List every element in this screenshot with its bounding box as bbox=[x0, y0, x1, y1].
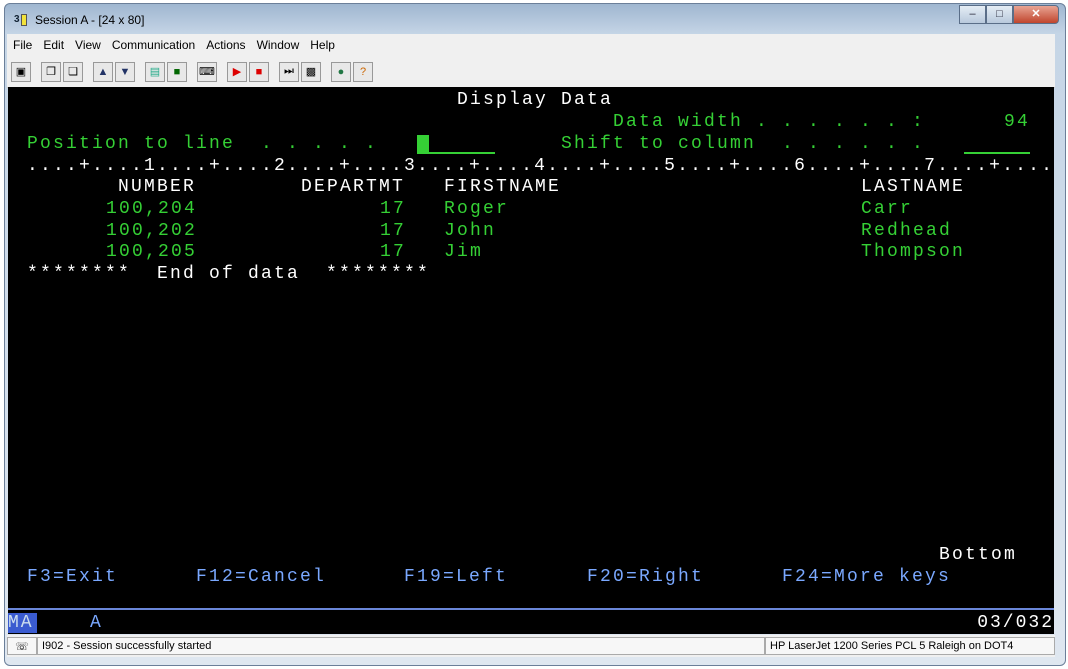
window-title: Session A - [24 x 80] bbox=[35, 13, 145, 27]
screen-icon[interactable]: ▣ bbox=[11, 61, 31, 82]
cell-lastname: Thompson bbox=[861, 242, 966, 262]
text-cursor bbox=[417, 135, 429, 152]
cell-firstname: Jim bbox=[444, 242, 484, 262]
receive-file-icon[interactable]: ▼ bbox=[115, 61, 135, 82]
menu-communication[interactable]: Communication bbox=[112, 38, 195, 52]
color-icon[interactable]: ■ bbox=[167, 61, 187, 82]
printer-info: HP LaserJet 1200 Series PCL 5 Raleigh on… bbox=[765, 637, 1055, 655]
end-of-data: ******** End of data ******** bbox=[27, 264, 431, 284]
data-width-label: Data width . . . . . . : bbox=[613, 112, 926, 132]
cell-department: 17 bbox=[380, 242, 407, 262]
app-icon[interactable]: 3 bbox=[14, 14, 30, 28]
menu-bar: File Edit View Communication Actions Win… bbox=[7, 34, 1055, 56]
close-button[interactable]: ✕ bbox=[1013, 5, 1059, 24]
f24-more-keys[interactable]: F24=More keys bbox=[782, 567, 951, 587]
header-number: NUMBER bbox=[118, 177, 197, 197]
minimize-button[interactable]: – bbox=[959, 5, 986, 24]
f3-exit-key[interactable]: F3=Exit bbox=[27, 567, 118, 587]
header-department: DEPARTMT bbox=[301, 177, 406, 197]
cell-firstname: Roger bbox=[444, 199, 510, 219]
screen-title: Display Data bbox=[457, 90, 614, 110]
status-message: I902 - Session successfully started bbox=[37, 637, 765, 655]
f12-cancel-key[interactable]: F12=Cancel bbox=[196, 567, 326, 587]
web-icon[interactable]: ● bbox=[331, 61, 351, 82]
cell-lastname: Carr bbox=[861, 199, 914, 219]
header-lastname: LASTNAME bbox=[861, 177, 966, 197]
menu-actions[interactable]: Actions bbox=[206, 38, 245, 52]
display-icon[interactable]: ▤ bbox=[145, 61, 165, 82]
operator-info-area: MA A 03/032 bbox=[8, 608, 1054, 634]
shift-to-column-label: Shift to column . . . . . . bbox=[561, 134, 926, 154]
menu-file[interactable]: File bbox=[13, 38, 32, 52]
send-file-icon[interactable]: ▲ bbox=[93, 61, 113, 82]
cell-lastname: Redhead bbox=[861, 221, 953, 241]
f19-left-key[interactable]: F19=Left bbox=[404, 567, 508, 587]
keyboard-icon[interactable]: ⌨ bbox=[197, 61, 217, 82]
stop-macro-icon[interactable]: ■ bbox=[249, 61, 269, 82]
status-bar: ☏ I902 - Session successfully started HP… bbox=[7, 635, 1055, 657]
cell-department: 17 bbox=[380, 221, 407, 241]
position-to-line-label: Position to line . . . . . bbox=[27, 134, 379, 154]
menu-window[interactable]: Window bbox=[257, 38, 300, 52]
play-macro-icon[interactable]: ⏭ bbox=[279, 61, 299, 82]
bottom-indicator: Bottom bbox=[939, 545, 1018, 565]
cell-firstname: John bbox=[444, 221, 497, 241]
connection-icon: ☏ bbox=[7, 637, 37, 655]
terminal-screen[interactable]: Display Data Data width . . . . . . : 94… bbox=[8, 87, 1054, 611]
header-firstname: FIRSTNAME bbox=[444, 177, 562, 197]
toolbar: ▣ ❐ ❏ ▲ ▼ ▤ ■ ⌨ ▶ ■ ⏭ ▩ ● ? bbox=[7, 56, 1055, 88]
cell-department: 17 bbox=[380, 199, 407, 219]
menu-help[interactable]: Help bbox=[310, 38, 335, 52]
help-icon[interactable]: ? bbox=[353, 61, 373, 82]
data-width-value: 94 bbox=[1004, 112, 1031, 132]
title-bar: 3 Session A - [24 x 80] – □ ✕ bbox=[5, 4, 1065, 38]
column-ruler: ....+....1....+....2....+....3....+....4… bbox=[27, 156, 1055, 176]
oia-indicator: A bbox=[90, 613, 103, 633]
oia-ma: MA bbox=[8, 613, 37, 633]
cell-number: 100,204 bbox=[106, 199, 198, 219]
copy-icon[interactable]: ❐ bbox=[41, 61, 61, 82]
cell-number: 100,202 bbox=[106, 221, 198, 241]
paste-icon[interactable]: ❏ bbox=[63, 61, 83, 82]
menu-edit[interactable]: Edit bbox=[43, 38, 64, 52]
cell-number: 100,205 bbox=[106, 242, 198, 262]
macro-icon[interactable]: ▩ bbox=[301, 61, 321, 82]
f20-right-key[interactable]: F20=Right bbox=[587, 567, 704, 587]
shift-to-column-input[interactable] bbox=[964, 134, 1030, 154]
cursor-position: 03/032 bbox=[977, 613, 1054, 633]
maximize-button[interactable]: □ bbox=[986, 5, 1013, 24]
record-macro-icon[interactable]: ▶ bbox=[227, 61, 247, 82]
menu-view[interactable]: View bbox=[75, 38, 101, 52]
